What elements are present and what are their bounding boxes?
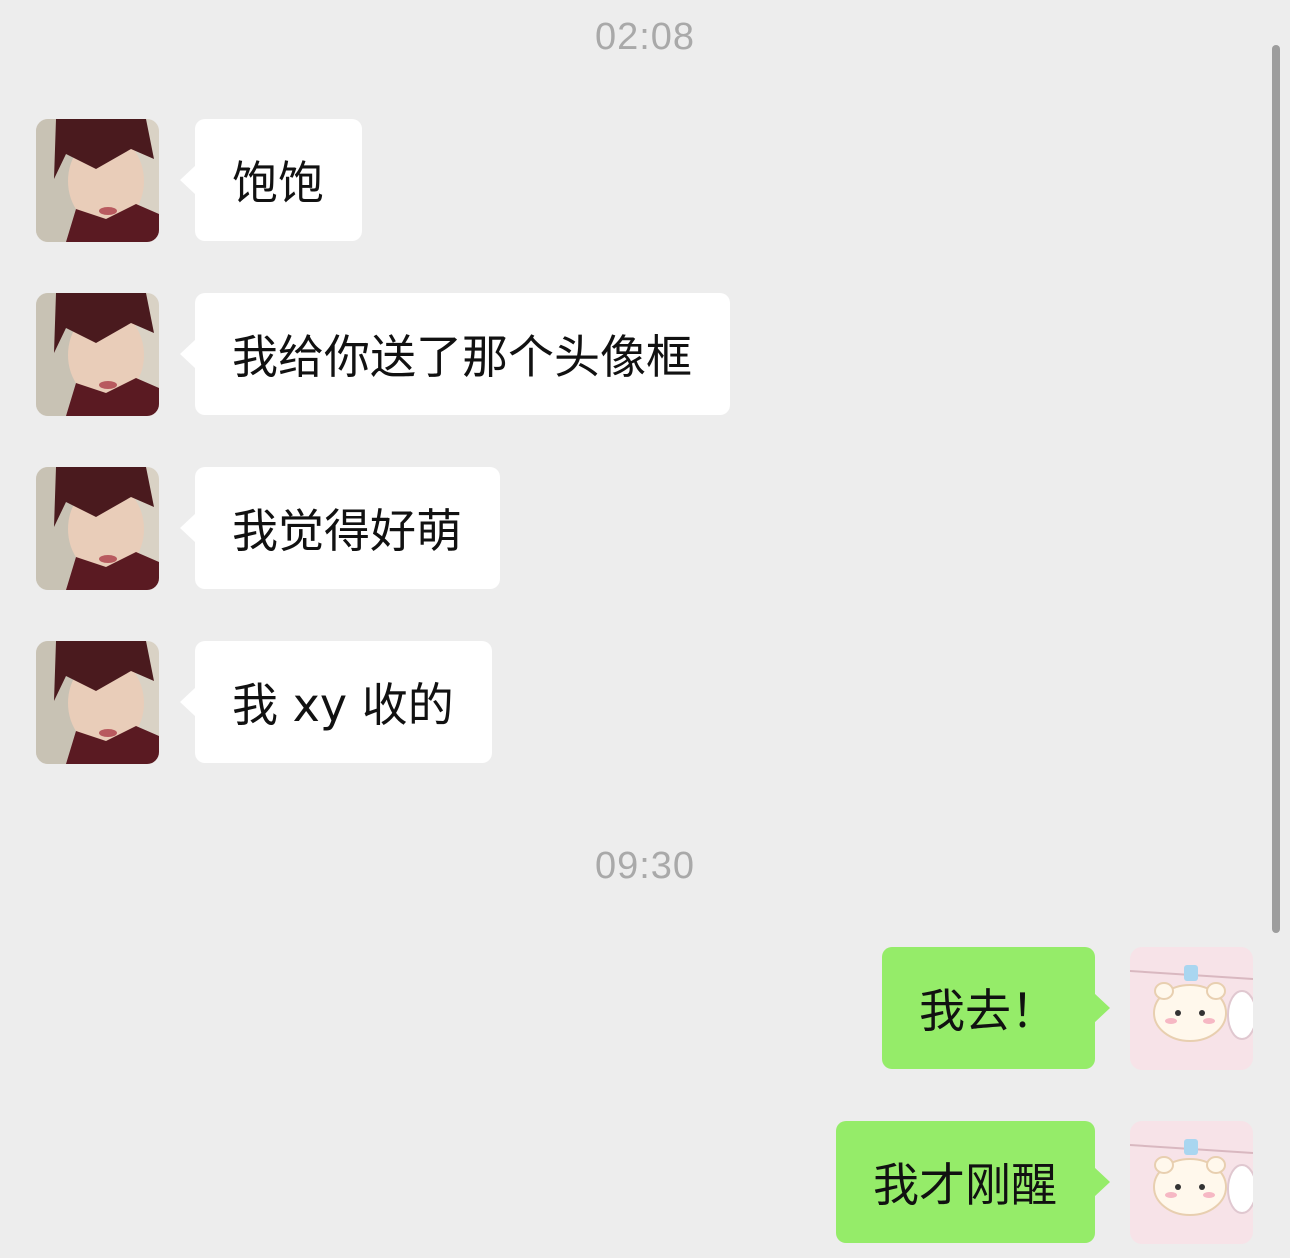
- message-text: 我才刚醒: [873, 1158, 1057, 1212]
- timestamp: 09:30: [594, 845, 696, 887]
- message-text: 我给你送了那个头像框: [232, 330, 692, 384]
- self-avatar-icon[interactable]: [1130, 947, 1253, 1070]
- outgoing-message-bubble[interactable]: 我才刚醒: [836, 1121, 1110, 1243]
- incoming-message-bubble[interactable]: 我觉得好萌: [180, 467, 500, 589]
- message-text: 我去！: [919, 984, 1057, 1038]
- contact-avatar-icon[interactable]: [36, 119, 159, 242]
- timestamp: 02:08: [594, 16, 696, 58]
- message-text: 我觉得好萌: [232, 504, 462, 558]
- incoming-message-bubble[interactable]: 我 xy 收的: [180, 641, 492, 763]
- outgoing-message-bubble[interactable]: 我去！: [882, 947, 1110, 1069]
- message-text: 饱饱: [232, 156, 324, 210]
- contact-avatar-icon[interactable]: [36, 293, 159, 416]
- incoming-message-bubble[interactable]: 饱饱: [180, 119, 362, 241]
- contact-avatar-icon[interactable]: [36, 641, 159, 764]
- message-text: 我 xy 收的: [232, 678, 454, 732]
- incoming-message-bubble[interactable]: 我给你送了那个头像框: [180, 293, 730, 415]
- contact-avatar-icon[interactable]: [36, 467, 159, 590]
- vertical-scrollbar[interactable]: [1272, 45, 1280, 933]
- self-avatar-icon[interactable]: [1130, 1121, 1253, 1244]
